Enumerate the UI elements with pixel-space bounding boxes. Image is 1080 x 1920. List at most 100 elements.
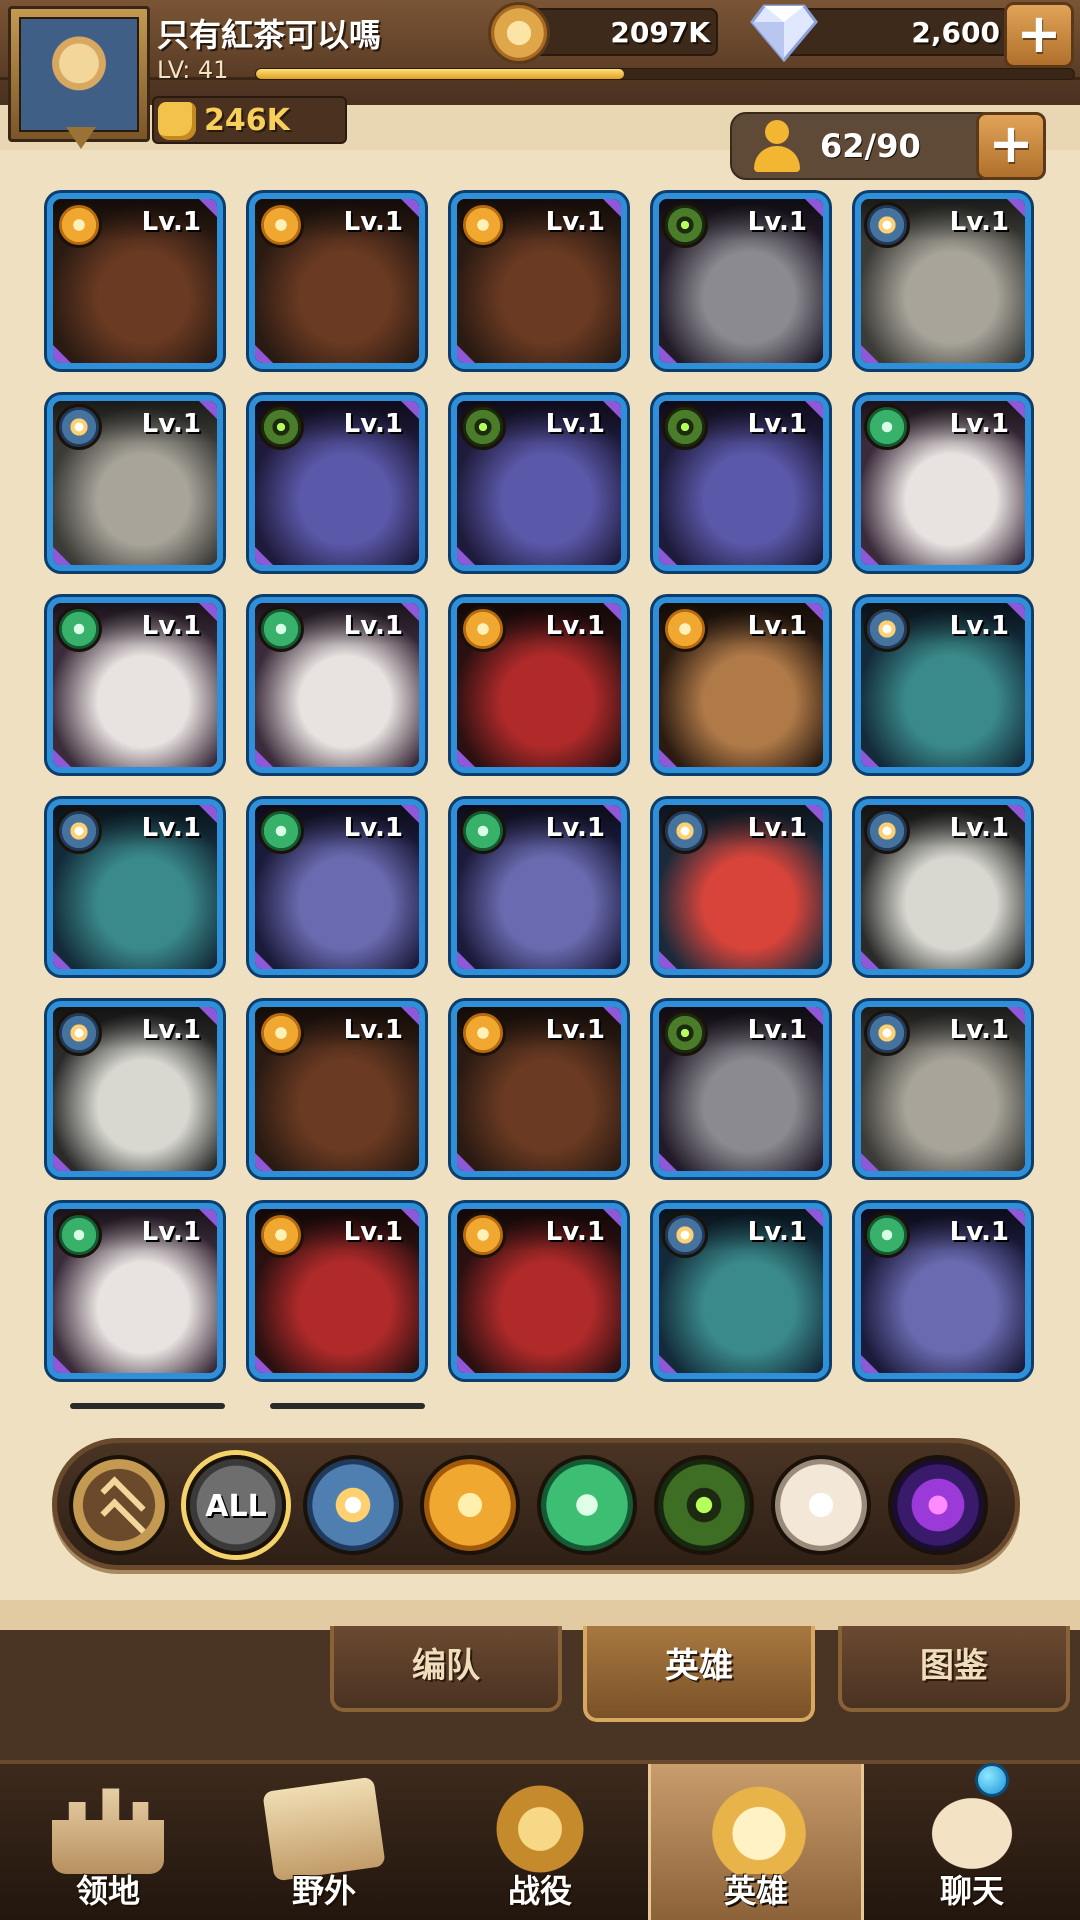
celestial-filter-button[interactable]	[771, 1455, 871, 1555]
lightbearer-emblem-icon	[56, 808, 102, 854]
fist-icon	[158, 102, 196, 140]
sword-shield-icon	[484, 1784, 596, 1874]
subtab-1[interactable]: 英雄	[583, 1626, 815, 1722]
hero-card[interactable]: Lv.1	[47, 193, 223, 369]
subtab-2[interactable]: 图鉴	[838, 1626, 1070, 1712]
hero-card[interactable]: Lv.1	[249, 1001, 425, 1177]
player-avatar-frame[interactable]	[8, 6, 150, 149]
maulers-emblem-icon	[460, 606, 506, 652]
nav-item-4[interactable]: 聊天	[864, 1764, 1080, 1920]
graveborn-emblem-icon	[662, 202, 708, 248]
hero-card[interactable]: Lv.1	[47, 597, 223, 773]
hero-level: Lv.1	[949, 1015, 1009, 1045]
hero-level: Lv.1	[343, 409, 403, 439]
hero-level: Lv.1	[747, 1015, 807, 1045]
maulers-filter-button[interactable]	[420, 1455, 520, 1555]
hero-card[interactable]: Lv.1	[451, 1001, 627, 1177]
hero-card[interactable]: Lv.1	[451, 799, 627, 975]
hero-card[interactable]: Lv.1	[653, 799, 829, 975]
hero-card[interactable]: Lv.1	[249, 193, 425, 369]
maulers-emblem-icon	[460, 1010, 506, 1056]
hero-card[interactable]: Lv.1	[47, 395, 223, 571]
hero-card[interactable]: Lv.1	[451, 1203, 627, 1379]
lightbearer-emblem-icon	[662, 1212, 708, 1258]
wilder-filter-button[interactable]	[537, 1455, 637, 1555]
hero-level: Lv.1	[949, 611, 1009, 641]
hero-card[interactable]: Lv.1	[653, 597, 829, 773]
castle-icon	[52, 1788, 164, 1874]
hero-level: Lv.1	[545, 813, 605, 843]
hero-grid: Lv.1 Lv.1 Lv.1 Lv.1 Lv.1 Lv.1 Lv.1 Lv.1 Lv.1 Lv.1…	[47, 193, 1037, 1413]
hero-card[interactable]: Lv.1	[653, 1001, 829, 1177]
chat-notification-dot	[975, 1763, 1009, 1797]
hero-capacity-value: 62/90	[820, 127, 921, 165]
hero-card[interactable]: Lv.1	[855, 1203, 1031, 1379]
hero-card[interactable]: Lv.1	[653, 395, 829, 571]
nav-item-1[interactable]: 野外	[216, 1764, 432, 1920]
maulers-emblem-icon	[258, 1010, 304, 1056]
bottom-nav: 领地 野外 战役 英雄 聊天	[0, 1760, 1080, 1920]
subtab-0[interactable]: 编队	[330, 1626, 562, 1712]
diamond-value: 2,600	[911, 16, 1000, 49]
hero-card[interactable]: Lv.1	[249, 597, 425, 773]
combat-power-value: 246K	[204, 103, 290, 138]
wilder-emblem-icon	[258, 606, 304, 652]
hero-level: Lv.1	[949, 813, 1009, 843]
hero-card[interactable]: Lv.1	[855, 193, 1031, 369]
all-filter-button[interactable]: ALL	[186, 1455, 286, 1555]
player-level: LV: 41	[157, 56, 229, 84]
hero-card[interactable]: Lv.1	[855, 1001, 1031, 1177]
faction-filter-bar: ALL	[52, 1438, 1020, 1570]
hero-card-peek	[70, 1403, 225, 1409]
hero-card[interactable]: Lv.1	[653, 193, 829, 369]
hero-card[interactable]: Lv.1	[47, 1001, 223, 1177]
hypogean-filter-button[interactable]	[888, 1455, 988, 1555]
hero-card[interactable]: Lv.1	[47, 1203, 223, 1379]
combat-power-box: 246K	[152, 96, 347, 144]
hero-card[interactable]: Lv.1	[47, 799, 223, 975]
maulers-emblem-icon	[662, 606, 708, 652]
maulers-emblem-icon	[460, 1212, 506, 1258]
hero-card[interactable]: Lv.1	[249, 395, 425, 571]
hero-card[interactable]: Lv.1	[451, 597, 627, 773]
lightbearer-filter-button[interactable]	[303, 1455, 403, 1555]
nav-label: 野外	[291, 1872, 356, 1910]
hero-card[interactable]: Lv.1	[855, 799, 1031, 975]
lightbearer-emblem-icon	[864, 606, 910, 652]
hero-card[interactable]: Lv.1	[855, 597, 1031, 773]
nav-label: 英雄	[723, 1872, 788, 1910]
buy-diamonds-button[interactable]: +	[1004, 2, 1074, 68]
expand-hero-capacity-button[interactable]: +	[976, 112, 1046, 180]
rank-filter-button[interactable]	[69, 1455, 169, 1555]
avatar[interactable]	[19, 17, 139, 132]
hero-level: Lv.1	[343, 1015, 403, 1045]
hero-level: Lv.1	[343, 207, 403, 237]
nav-item-0[interactable]: 领地	[0, 1764, 216, 1920]
hero-level: Lv.1	[545, 207, 605, 237]
diamond-icon	[750, 4, 818, 62]
lightbearer-emblem-icon	[56, 1010, 102, 1056]
hero-card[interactable]: Lv.1	[249, 799, 425, 975]
hero-card[interactable]: Lv.1	[451, 193, 627, 369]
hero-card[interactable]: Lv.1	[451, 395, 627, 571]
xp-bar	[255, 68, 1075, 80]
hero-card[interactable]: Lv.1	[855, 395, 1031, 571]
wilder-emblem-icon	[56, 606, 102, 652]
nav-item-2[interactable]: 战役	[432, 1764, 648, 1920]
helmet-icon	[703, 1784, 815, 1874]
nav-label: 战役	[507, 1872, 572, 1910]
hero-level: Lv.1	[949, 207, 1009, 237]
nav-label: 领地	[75, 1872, 140, 1910]
wilder-emblem-icon	[864, 1212, 910, 1258]
graveborn-filter-button[interactable]	[654, 1455, 754, 1555]
hero-card[interactable]: Lv.1	[249, 1203, 425, 1379]
graveborn-emblem-icon	[662, 404, 708, 450]
hero-level: Lv.1	[949, 409, 1009, 439]
hero-card[interactable]: Lv.1	[653, 1203, 829, 1379]
hero-level: Lv.1	[141, 1217, 201, 1247]
person-icon	[752, 120, 802, 172]
nav-item-3[interactable]: 英雄	[648, 1764, 864, 1920]
hero-level: Lv.1	[747, 409, 807, 439]
hero-level: Lv.1	[747, 1217, 807, 1247]
hero-level: Lv.1	[545, 409, 605, 439]
